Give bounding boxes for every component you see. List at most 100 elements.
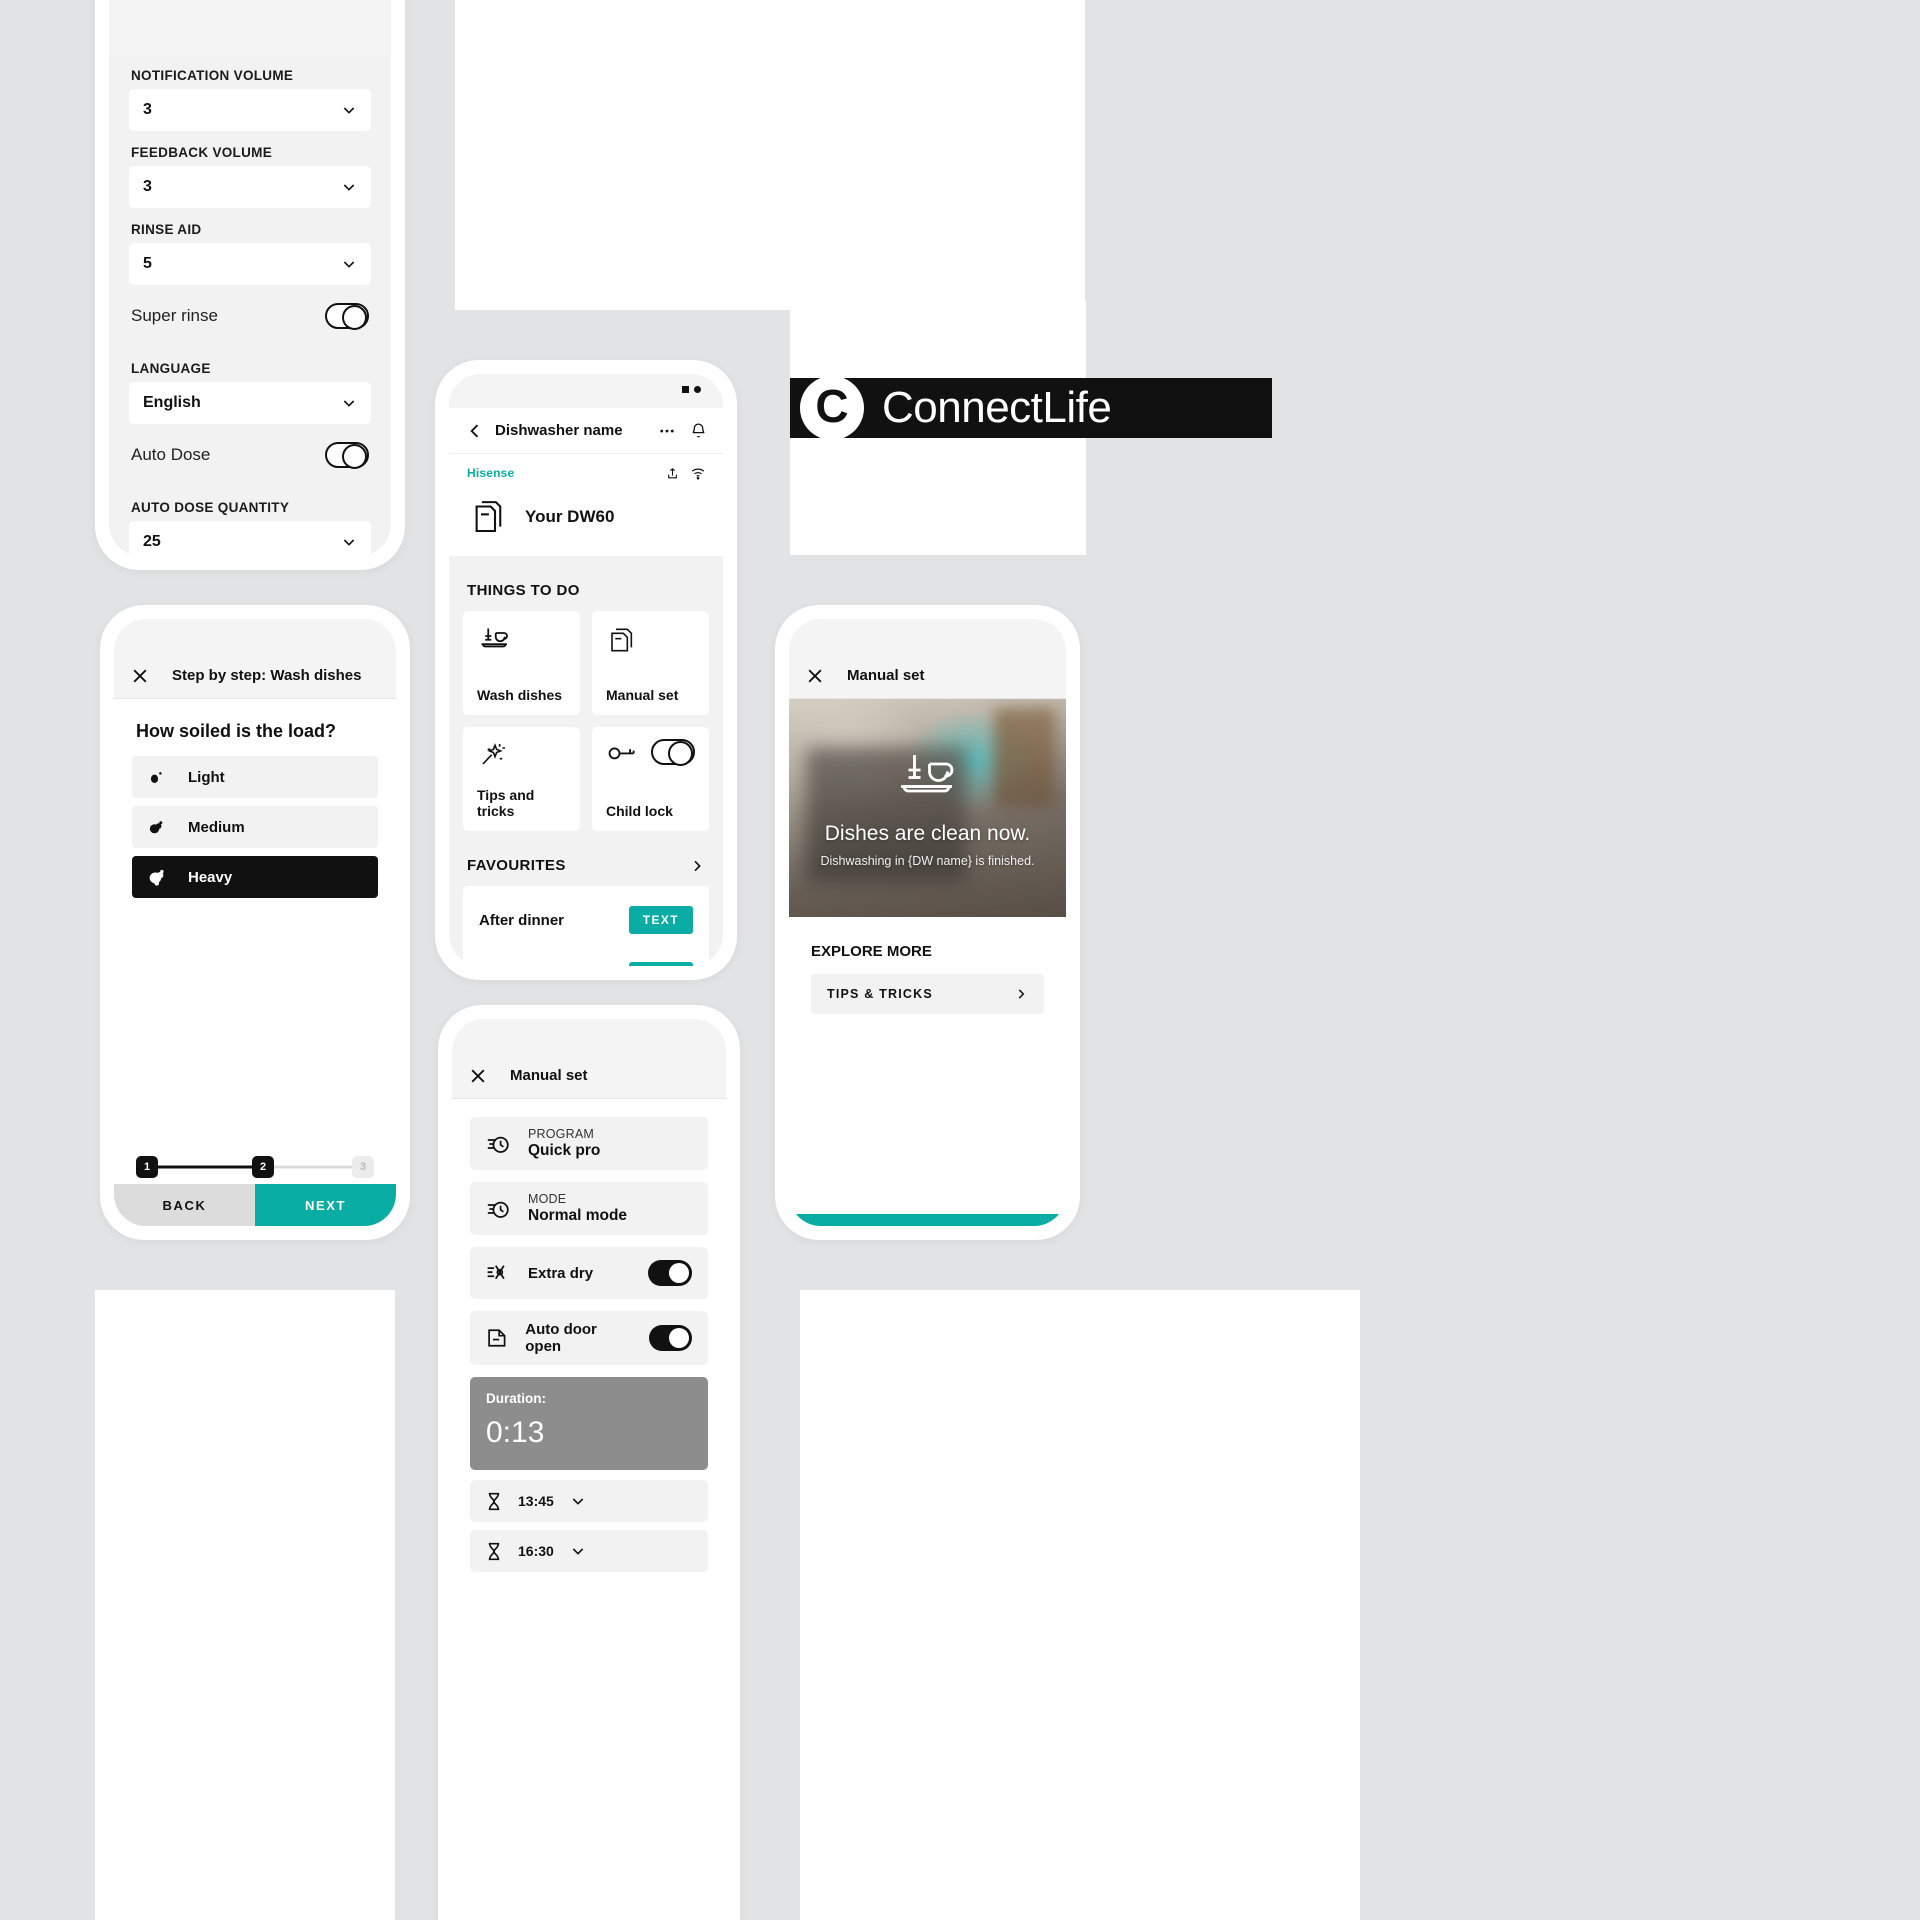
row-mode[interactable]: MODE Normal mode: [470, 1182, 708, 1235]
option-heavy[interactable]: Heavy: [132, 856, 378, 898]
favourites-card: After dinner TEXT Favourite name TEXT: [463, 886, 709, 966]
extra-dry-toggle[interactable]: [648, 1260, 692, 1286]
wifi-icon: [691, 468, 705, 479]
status-square-icon: [682, 386, 689, 393]
option-label: Heavy: [188, 868, 233, 886]
step-dot-1[interactable]: 1: [136, 1156, 158, 1178]
tile-child-lock[interactable]: Child lock: [592, 727, 709, 831]
tile-wash-dishes[interactable]: Wash dishes: [463, 611, 580, 715]
phone-notch: [525, 1019, 653, 1049]
auto-door-open-toggle[interactable]: [649, 1325, 692, 1351]
backdrop-sheet-top: [455, 0, 1085, 310]
field-notification-volume: NOTIFICATION VOLUME 3: [129, 54, 371, 131]
back-button[interactable]: BACK: [114, 1184, 255, 1226]
select-notification-volume[interactable]: 3: [129, 89, 371, 131]
row-label: Auto Dose: [131, 445, 211, 464]
finished-screen: Manual set Dishes are clean now. Dishwas…: [789, 619, 1066, 1226]
magic-wand-icon: [482, 743, 505, 765]
time-value: 16:30: [518, 1543, 554, 1559]
more-options-icon[interactable]: [658, 422, 676, 440]
brand-label: Hisense: [467, 466, 515, 480]
row-auto-door-open[interactable]: Auto door open: [470, 1311, 708, 1365]
dishwasher-home-screen: Dishwasher name Hisense Your DW60 THINGS…: [449, 374, 723, 966]
step-by-step-screen: Step by step: Wash dishes How soiled is …: [114, 619, 396, 1226]
favourite-action-button[interactable]: TEXT: [628, 962, 693, 966]
phone-finished: Manual set Dishes are clean now. Dishwas…: [775, 605, 1080, 1240]
navbar-actions: [658, 422, 707, 440]
super-rinse-toggle[interactable]: [325, 303, 369, 330]
row-text: MODE Normal mode: [528, 1192, 627, 1225]
close-icon[interactable]: [805, 666, 825, 686]
field-auto-dose-quantity: AUTO DOSE QUANTITY 25: [129, 486, 371, 556]
favourite-row[interactable]: After dinner TEXT: [463, 892, 709, 948]
dishes-icon: [900, 755, 953, 793]
step-dot-2[interactable]: 2: [252, 1156, 274, 1178]
select-auto-dose-quantity[interactable]: 25: [129, 521, 371, 556]
option-medium[interactable]: Medium: [132, 806, 378, 848]
chevron-down-icon[interactable]: [570, 1543, 586, 1559]
row-label: Auto door open: [525, 1321, 597, 1355]
time-row-start[interactable]: 13:45: [470, 1480, 708, 1522]
step-dot-3[interactable]: 3: [352, 1156, 374, 1178]
step-progress[interactable]: 1 2 3: [136, 1150, 374, 1184]
chevron-down-icon: [343, 400, 355, 407]
soil-heavy-icon: [149, 869, 164, 886]
tile-tips-and-tricks[interactable]: Tips and tricks: [463, 727, 580, 831]
auto-dose-toggle[interactable]: [325, 442, 369, 469]
favourite-action-button[interactable]: TEXT: [628, 906, 693, 934]
phone-notch: [863, 619, 992, 649]
connectlife-logo: C ConnectLife: [790, 376, 1272, 440]
chevron-right-icon[interactable]: [689, 858, 705, 874]
select-language[interactable]: English: [129, 382, 371, 424]
phone-step-by-step: Step by step: Wash dishes How soiled is …: [100, 605, 410, 1240]
row-auto-dose[interactable]: Auto Dose: [129, 424, 371, 486]
close-icon[interactable]: [130, 666, 150, 686]
chevron-down-icon[interactable]: [570, 1493, 586, 1509]
door-open-icon: [488, 1329, 506, 1347]
row-caption: PROGRAM: [528, 1127, 594, 1141]
row-super-rinse[interactable]: Super rinse: [129, 285, 371, 347]
chevron-down-icon: [343, 107, 355, 114]
next-button[interactable]: NEXT: [255, 1184, 396, 1226]
soil-medium-icon: [149, 821, 163, 834]
row-label: Super rinse: [131, 306, 218, 325]
manual-set-screen: Manual set PROGRAM Quick pro MODE Normal…: [452, 1019, 726, 1920]
logo-wordmark: ConnectLife: [882, 383, 1112, 432]
soil-light-icon: [150, 772, 162, 783]
nav-title: Dishwasher name: [495, 422, 623, 439]
row-label: Extra dry: [528, 1264, 594, 1282]
row-value: Normal mode: [528, 1207, 628, 1224]
finished-hero: Dishes are clean now. Dishwashing in {DW…: [789, 699, 1066, 917]
settings-list: NOTIFICATION VOLUME 3 FEEDBACK VOLUME 3 …: [109, 54, 391, 556]
phone-dishwasher-home: Dishwasher name Hisense Your DW60 THINGS…: [435, 360, 737, 980]
section-title: FAVOURITES: [467, 857, 566, 874]
notification-bell-icon[interactable]: [690, 422, 707, 439]
extra-dry-icon: [487, 1265, 505, 1280]
favourite-row[interactable]: Favourite name TEXT: [463, 948, 709, 966]
share-icon[interactable]: [666, 467, 679, 480]
back-chevron-icon[interactable]: [465, 421, 485, 441]
finished-navbar: Manual set: [789, 653, 1066, 699]
row-extra-dry[interactable]: Extra dry: [470, 1247, 708, 1299]
things-to-do-heading: THINGS TO DO: [449, 556, 723, 611]
phone-notch: [522, 374, 650, 404]
field-label: RINSE AID: [131, 222, 202, 237]
option-light[interactable]: Light: [132, 756, 378, 798]
row-program[interactable]: PROGRAM Quick pro: [470, 1117, 708, 1170]
child-lock-toggle[interactable]: [651, 739, 695, 766]
step-question: How soiled is the load?: [136, 721, 337, 741]
home-navbar: Dishwasher name: [449, 408, 723, 454]
phone-manual-set: Manual set PROGRAM Quick pro MODE Normal…: [438, 1005, 740, 1920]
select-rinse-aid[interactable]: 5: [129, 243, 371, 285]
nav-title: Manual set: [847, 667, 925, 684]
select-feedback-volume[interactable]: 3: [129, 166, 371, 208]
close-icon[interactable]: [468, 1066, 488, 1086]
favourites-heading: FAVOURITES: [449, 831, 723, 886]
time-row-end[interactable]: 16:30: [470, 1530, 708, 1572]
explore-item-tips-and-tricks[interactable]: TIPS & TRICKS: [811, 974, 1044, 1014]
manual-set-list: PROGRAM Quick pro MODE Normal mode Extra…: [452, 1099, 726, 1365]
step-buttons: BACK NEXT: [114, 1184, 396, 1226]
select-value: English: [143, 394, 201, 411]
select-value: 3: [143, 178, 152, 195]
tile-manual-set[interactable]: Manual set: [592, 611, 709, 715]
